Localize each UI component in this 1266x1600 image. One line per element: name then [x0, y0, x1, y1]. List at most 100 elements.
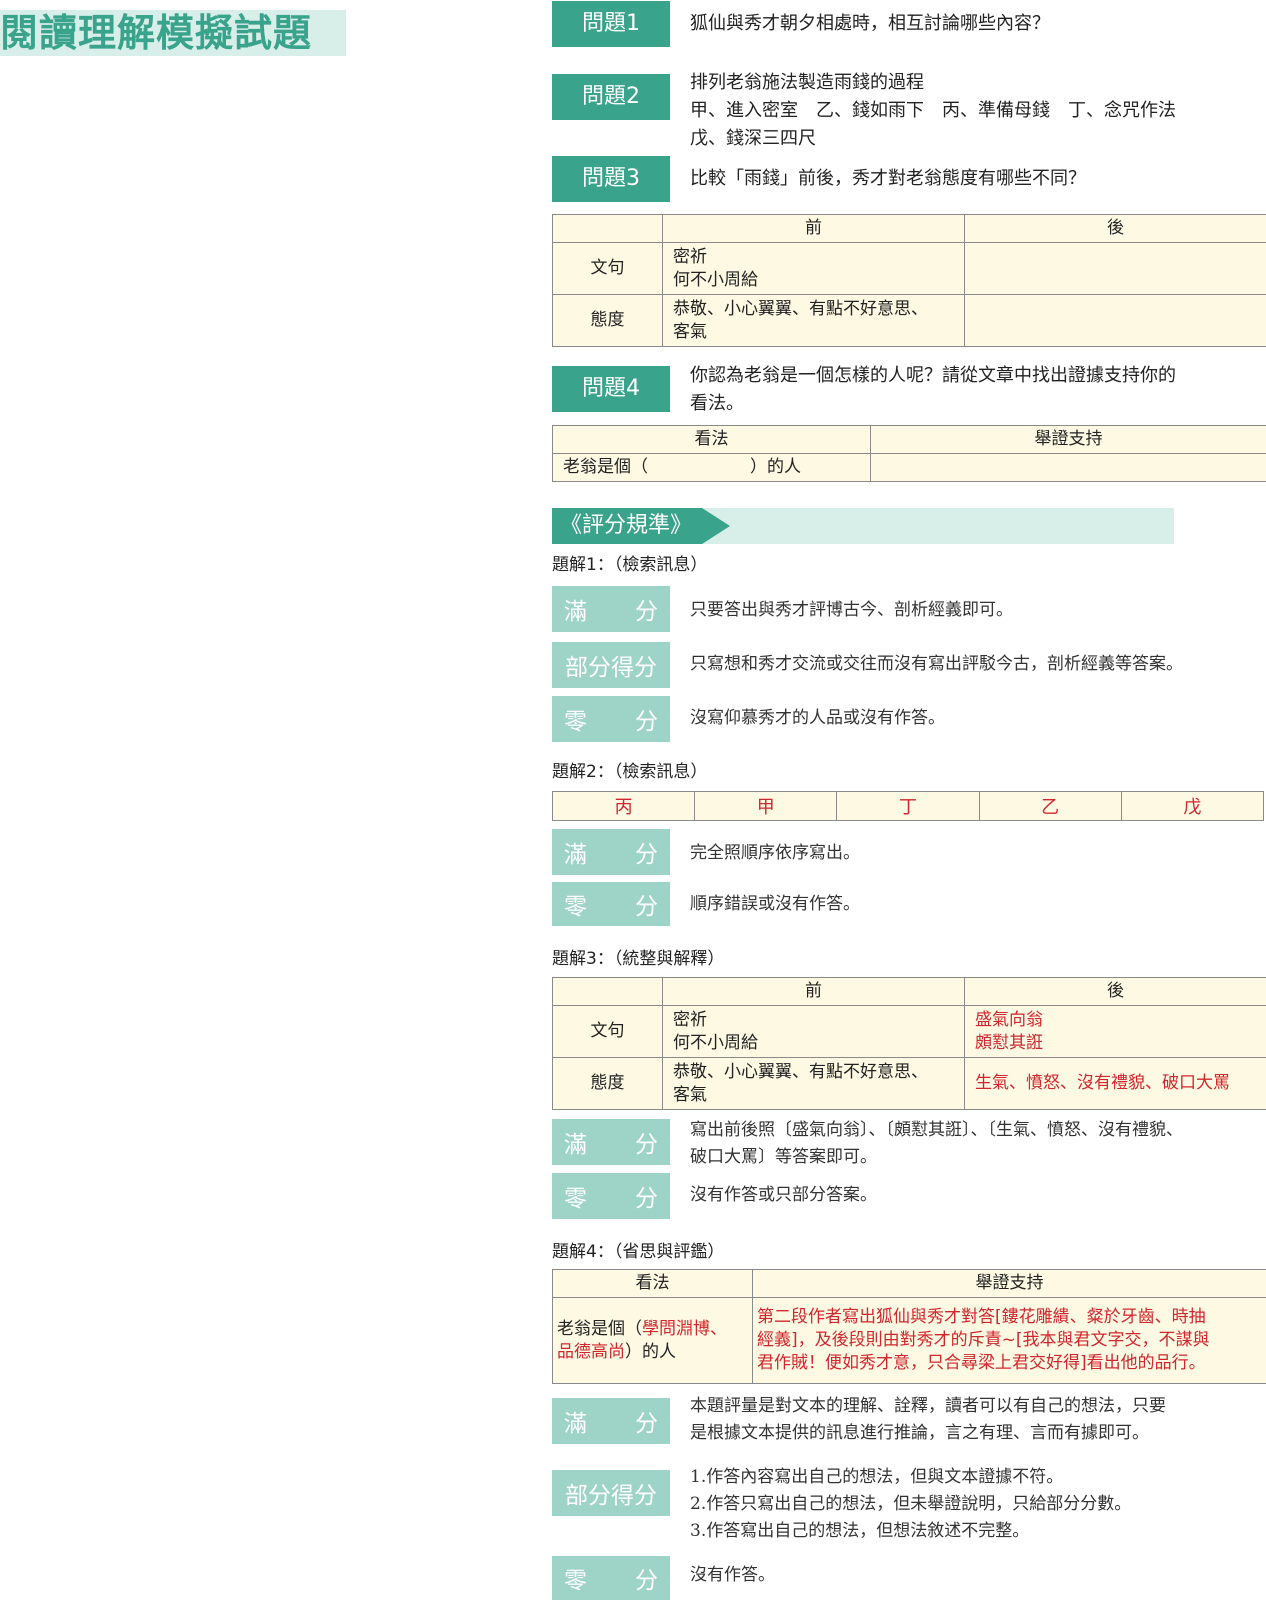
question-1-text: 狐仙與秀才朝夕相處時，相互討論哪些內容？ — [690, 10, 1050, 38]
answer-1-title: 題解1：（檢索訊息） — [552, 555, 708, 575]
zero-score-badge: 零 分 — [552, 696, 670, 742]
badge-char: 零 — [564, 1186, 587, 1212]
question-3-text: 比較「雨錢」前後，秀才對老翁態度有哪些不同？ — [690, 165, 1086, 193]
answer-4-full-text: 本題評量是對文本的理解、詮釋，讀者可以有自己的想法，只要 是根據文本提供的訊息進… — [690, 1393, 1166, 1447]
badge-char: 滿 — [564, 1411, 587, 1437]
badge-char: 滿 — [564, 1132, 587, 1158]
badge-char: 分 — [635, 709, 658, 735]
cell-line: 頗懟其誑 — [975, 1032, 1043, 1053]
order-cell: 乙 — [978, 791, 1122, 821]
order-cell: 甲 — [694, 791, 838, 821]
cell-attitude-after: 生氣、憤怒、沒有禮貌、破口大罵 — [964, 1057, 1266, 1110]
table-header-empty — [552, 214, 663, 243]
question-1-tag: 問題1 — [552, 1, 670, 47]
answer-1-partial-text: 只寫想和秀才交流或交往而沒有寫出評駁今古，剖析經義等答案。 — [690, 654, 1183, 674]
cell-view: 老翁是個（學問淵博、 品德高尚）的人 — [552, 1297, 753, 1384]
question-2-tag: 問題2 — [552, 74, 670, 120]
cell-support — [870, 453, 1266, 482]
text-line: 本題評量是對文本的理解、詮釋，讀者可以有自己的想法，只要 — [690, 1396, 1166, 1416]
question-4-tag: 問題4 — [552, 366, 670, 412]
answer-2-order-table: 丙 甲 丁 乙 戊 — [551, 791, 1265, 821]
full-score-badge: 滿 分 — [552, 1119, 670, 1165]
badge-char: 分 — [635, 1132, 658, 1158]
table-header-before: 前 — [662, 214, 965, 243]
question-2-line: 戊、錢深三四尺 — [690, 128, 816, 149]
cell-attitude-after — [964, 294, 1266, 347]
answer-1-full-text: 只要答出與秀才評博古今、剖析經義即可。 — [690, 600, 1013, 620]
question-2-text: 排列老翁施法製造雨錢的過程 甲、進入密室 乙、錢如雨下 丙、準備母錢 丁、念咒作… — [690, 69, 1176, 153]
cell-sentence-after: 盛氣向翁 頗懟其誑 — [964, 1005, 1266, 1058]
badge-char: 分 — [635, 1568, 658, 1594]
question-4-line: 看法。 — [690, 393, 744, 414]
cell-line: 何不小周給 — [673, 1032, 758, 1053]
badge-char: 零 — [564, 709, 587, 735]
cell-line: 客氣 — [673, 1084, 707, 1105]
text-line: 1.作答內容寫出自己的想法，但與文本證據不符。 — [690, 1467, 1064, 1487]
table-header-support: 舉證支持 — [752, 1269, 1266, 1298]
question-4-line: 你認為老翁是一個怎樣的人呢？請從文章中找出證據支持你的 — [690, 365, 1176, 386]
badge-char: 滿 — [564, 599, 587, 625]
view-prefix: 老翁是個（ — [557, 1318, 642, 1339]
cell-line: 盛氣向翁 — [975, 1009, 1043, 1030]
answer-1-zero-text: 沒寫仰慕秀才的人品或沒有作答。 — [690, 708, 945, 728]
rubric-title: 《評分規準》 — [552, 508, 730, 544]
question-1-line: 狐仙與秀才朝夕相處時，相互討論哪些內容？ — [690, 13, 1050, 34]
cell-line: 恭敬、小心翼翼、有點不好意思、 — [673, 1061, 928, 1082]
zero-score-badge: 零 分 — [552, 1556, 670, 1600]
cell-attitude-before: 恭敬、小心翼翼、有點不好意思、 客氣 — [662, 294, 965, 347]
answer-4-zero-text: 沒有作答。 — [690, 1565, 775, 1585]
table-header-support: 舉證支持 — [870, 425, 1266, 454]
cell-line: 君作賊！便如秀才意，只合尋梁上君交好得]看出他的品行。 — [757, 1353, 1206, 1373]
partial-score-badge: 部分得分 — [552, 642, 670, 688]
cell-line: 恭敬、小心翼翼、有點不好意思、 — [673, 298, 928, 319]
rubric-banner: 《評分規準》 — [552, 508, 1174, 544]
table-header-after: 後 — [964, 214, 1266, 243]
badge-char: 分 — [635, 842, 658, 868]
question-3-table: 前 後 文句 密祈 何不小周給 態度 恭敬、小心翼翼、有點不好意思、 客氣 — [552, 214, 1266, 347]
partial-score-badge: 部分得分 — [552, 1470, 670, 1516]
cell-line: 第二段作者寫出狐仙與秀才對答[鏤花雕繢、粲於牙齒、時抽 — [757, 1307, 1206, 1327]
table-header-empty — [552, 977, 663, 1006]
answer-2-zero-text: 順序錯誤或沒有作答。 — [690, 894, 860, 914]
answer-3-table: 前 後 文句 密祈 何不小周給 盛氣向翁 頗懟其誑 態度 恭敬、小心翼翼、有點不… — [552, 977, 1266, 1110]
question-3-line: 比較「雨錢」前後，秀才對老翁態度有哪些不同？ — [690, 168, 1086, 189]
cell-line: 經義]，及後段則由對秀才的斥責~[我本與君文字交，不謀與 — [757, 1330, 1210, 1350]
cell-attitude-before: 恭敬、小心翼翼、有點不好意思、 客氣 — [662, 1057, 965, 1110]
table-header-after: 後 — [964, 977, 1266, 1006]
answer-4-partial-text: 1.作答內容寫出自己的想法，但與文本證據不符。 2.作答只寫出自己的想法，但未舉… — [690, 1464, 1131, 1545]
cell-support: 第二段作者寫出狐仙與秀才對答[鏤花雕繢、粲於牙齒、時抽 經義]，及後段則由對秀才… — [752, 1297, 1266, 1384]
order-cell: 戊 — [1120, 791, 1265, 821]
row-label-attitude: 態度 — [552, 1057, 663, 1110]
question-4-table: 看法 舉證支持 老翁是個（ ）的人 — [552, 425, 1266, 482]
question-4-text: 你認為老翁是一個怎樣的人呢？請從文章中找出證據支持你的 看法。 — [690, 362, 1176, 418]
cell-view: 老翁是個（ ）的人 — [552, 453, 871, 482]
badge-char: 分 — [635, 1411, 658, 1437]
answer-3-zero-text: 沒有作答或只部分答案。 — [690, 1185, 877, 1205]
badge-char: 分 — [635, 1186, 658, 1212]
zero-score-badge: 零 分 — [552, 882, 670, 926]
text-line: 2.作答只寫出自己的想法，但未舉證說明，只給部分分數。 — [690, 1494, 1132, 1514]
full-score-badge: 滿 分 — [552, 586, 670, 632]
cell-sentence-before: 密祈 何不小周給 — [662, 242, 965, 295]
cell-line: 密祈 — [673, 246, 707, 267]
question-2-line: 甲、進入密室 乙、錢如雨下 丙、準備母錢 丁、念咒作法 — [690, 100, 1176, 121]
view-answer: 學問淵博、 — [642, 1318, 727, 1339]
cell-line: 密祈 — [673, 1009, 707, 1030]
question-2-line: 排列老翁施法製造雨錢的過程 — [690, 72, 924, 93]
badge-char: 零 — [564, 894, 587, 920]
cell-sentence-before: 密祈 何不小周給 — [662, 1005, 965, 1058]
answer-4-table: 看法 舉證支持 老翁是個（學問淵博、 品德高尚）的人 第二段作者寫出狐仙與秀才對… — [552, 1269, 1266, 1384]
question-3-tag: 問題3 — [552, 156, 670, 202]
cell-line: 品德高尚）的人 — [557, 1341, 748, 1364]
text-line: 破口大罵〕等答案即可。 — [690, 1147, 877, 1167]
full-score-badge: 滿 分 — [552, 829, 670, 875]
text-line: 是根據文本提供的訊息進行推論，言之有理、言而有據即可。 — [690, 1423, 1149, 1443]
badge-char: 滿 — [564, 842, 587, 868]
answer-3-title: 題解3：（統整與解釋） — [552, 949, 725, 969]
answer-3-full-text: 寫出前後照〔盛氣向翁〕、〔頗懟其誑〕、〔生氣、憤怒、沒有禮貌、 破口大罵〕等答案… — [690, 1117, 1183, 1171]
order-cell: 丙 — [551, 791, 696, 821]
cell-line: 客氣 — [673, 321, 707, 342]
cell-line: 何不小周給 — [673, 269, 758, 290]
badge-char: 分 — [635, 894, 658, 920]
cell-line: 老翁是個（學問淵博、 — [557, 1318, 748, 1341]
